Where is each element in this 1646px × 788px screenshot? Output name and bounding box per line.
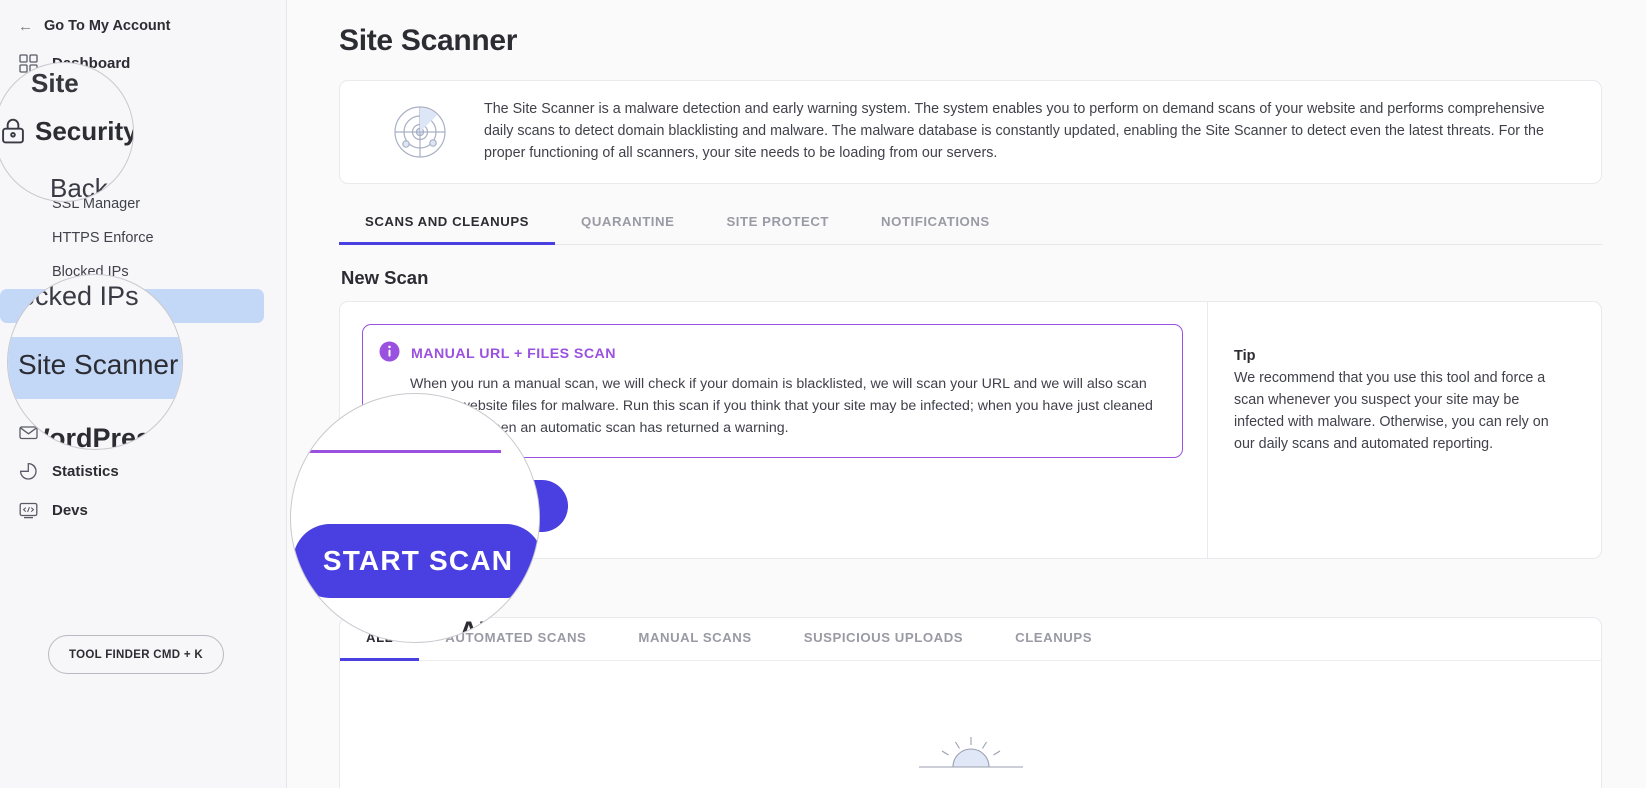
page-title: Site Scanner <box>339 24 518 57</box>
tool-finder-button[interactable]: TOOL FINDER CMD + K <box>48 635 224 674</box>
main-content: Site Scanner The Site Scanner is a malwa… <box>287 0 1646 788</box>
tool-finder-label: TOOL FINDER CMD + K <box>68 648 204 661</box>
empty-state-illustration <box>340 661 1601 777</box>
history-tab-manual-scans[interactable]: MANUAL SCANS <box>612 618 777 661</box>
start-scan-button[interactable]: START SCAN <box>376 480 568 532</box>
history-tab-cleanups[interactable]: CLEANUPS <box>989 618 1118 661</box>
sidebar-item-blocked-ips[interactable]: Blocked IPs <box>0 255 286 289</box>
radar-icon <box>366 99 474 165</box>
site-icon <box>18 90 39 111</box>
sidebar-item-site-scanner[interactable]: Site Scanner <box>0 289 264 323</box>
info-icon <box>379 341 400 367</box>
sidebar-item-wordpress[interactable]: WordPress <box>0 335 286 374</box>
pie-chart-icon <box>18 461 39 482</box>
tab-scans-and-cleanups[interactable]: SCANS AND CLEANUPS <box>339 202 556 245</box>
tab-quarantine[interactable]: QUARANTINE <box>555 202 700 245</box>
new-scan-card: MANUAL URL + FILES SCAN When you run a m… <box>339 301 1602 559</box>
sidebar-item-devs[interactable]: Devs <box>0 491 286 530</box>
app-root: ← Go To My Account Dashboard Site Securi… <box>0 0 1646 788</box>
wordpress-icon <box>18 344 39 365</box>
sidebar-item-ssl-manager[interactable]: SSL Manager <box>0 187 286 221</box>
notice-title: MANUAL URL + FILES SCAN <box>411 346 616 362</box>
sidebar-item-label: Security <box>52 127 112 144</box>
intro-card: The Site Scanner is a malware detection … <box>339 80 1602 184</box>
sidebar-item-label: Domain <box>52 385 108 402</box>
new-scan-left: MANUAL URL + FILES SCAN When you run a m… <box>340 302 1207 558</box>
sidebar-item-backups[interactable]: Backups <box>0 153 286 187</box>
tip-title: Tip <box>1234 348 1256 364</box>
sidebar-item-label: Email <box>52 424 93 441</box>
sidebar-item-domain[interactable]: Domain <box>0 374 286 413</box>
globe-icon <box>18 383 39 404</box>
sidebar-item-label: Dashboard <box>52 55 131 72</box>
sidebar-item-label: Statistics <box>52 463 119 480</box>
new-scan-tip-panel: Tip We recommend that you use this tool … <box>1207 302 1601 558</box>
go-to-my-account-label: Go To My Account <box>44 18 171 34</box>
scan-history-heading: Scan History <box>341 581 455 602</box>
go-to-my-account-link[interactable]: ← Go To My Account <box>0 8 286 44</box>
notice-header: MANUAL URL + FILES SCAN <box>379 341 1164 367</box>
history-tab-suspicious-uploads[interactable]: SUSPICIOUS UPLOADS <box>778 618 989 661</box>
sidebar-item-label: WordPress <box>52 346 131 363</box>
sidebar: ← Go To My Account Dashboard Site Securi… <box>0 0 287 788</box>
sidebar-item-label: Site <box>52 92 80 109</box>
intro-description: The Site Scanner is a malware detection … <box>484 101 1545 161</box>
code-icon <box>18 500 39 521</box>
sidebar-item-dashboard[interactable]: Dashboard <box>0 44 286 83</box>
new-scan-heading: New Scan <box>341 267 429 288</box>
sidebar-item-label: Devs <box>52 502 88 519</box>
history-tab-all[interactable]: ALL <box>340 618 420 661</box>
sidebar-item-security[interactable]: Security <box>0 118 286 153</box>
main-tabs: SCANS AND CLEANUPS QUARANTINE SITE PROTE… <box>339 202 1602 245</box>
tab-site-protect[interactable]: SITE PROTECT <box>700 202 855 245</box>
history-tab-automated-scans[interactable]: AUTOMATED SCANS <box>419 618 612 661</box>
tab-notifications[interactable]: NOTIFICATIONS <box>855 202 1016 245</box>
notice-body: When you run a manual scan, we will chec… <box>410 376 1153 436</box>
back-arrow-icon: ← <box>18 17 33 35</box>
sidebar-item-statistics[interactable]: Statistics <box>0 452 286 491</box>
grid-icon <box>18 53 39 74</box>
history-tabs: ALL AUTOMATED SCANS MANUAL SCANS SUSPICI… <box>340 618 1601 661</box>
lock-icon <box>18 125 39 146</box>
sidebar-item-https-enforce[interactable]: HTTPS Enforce <box>0 221 286 255</box>
manual-scan-notice: MANUAL URL + FILES SCAN When you run a m… <box>362 324 1183 458</box>
tip-body: We recommend that you use this tool and … <box>1234 370 1549 452</box>
envelope-icon <box>18 422 39 443</box>
sidebar-item-site[interactable]: Site <box>0 83 286 118</box>
sidebar-item-email[interactable]: Email <box>0 413 286 452</box>
scan-history-card: ALL AUTOMATED SCANS MANUAL SCANS SUSPICI… <box>339 617 1602 788</box>
